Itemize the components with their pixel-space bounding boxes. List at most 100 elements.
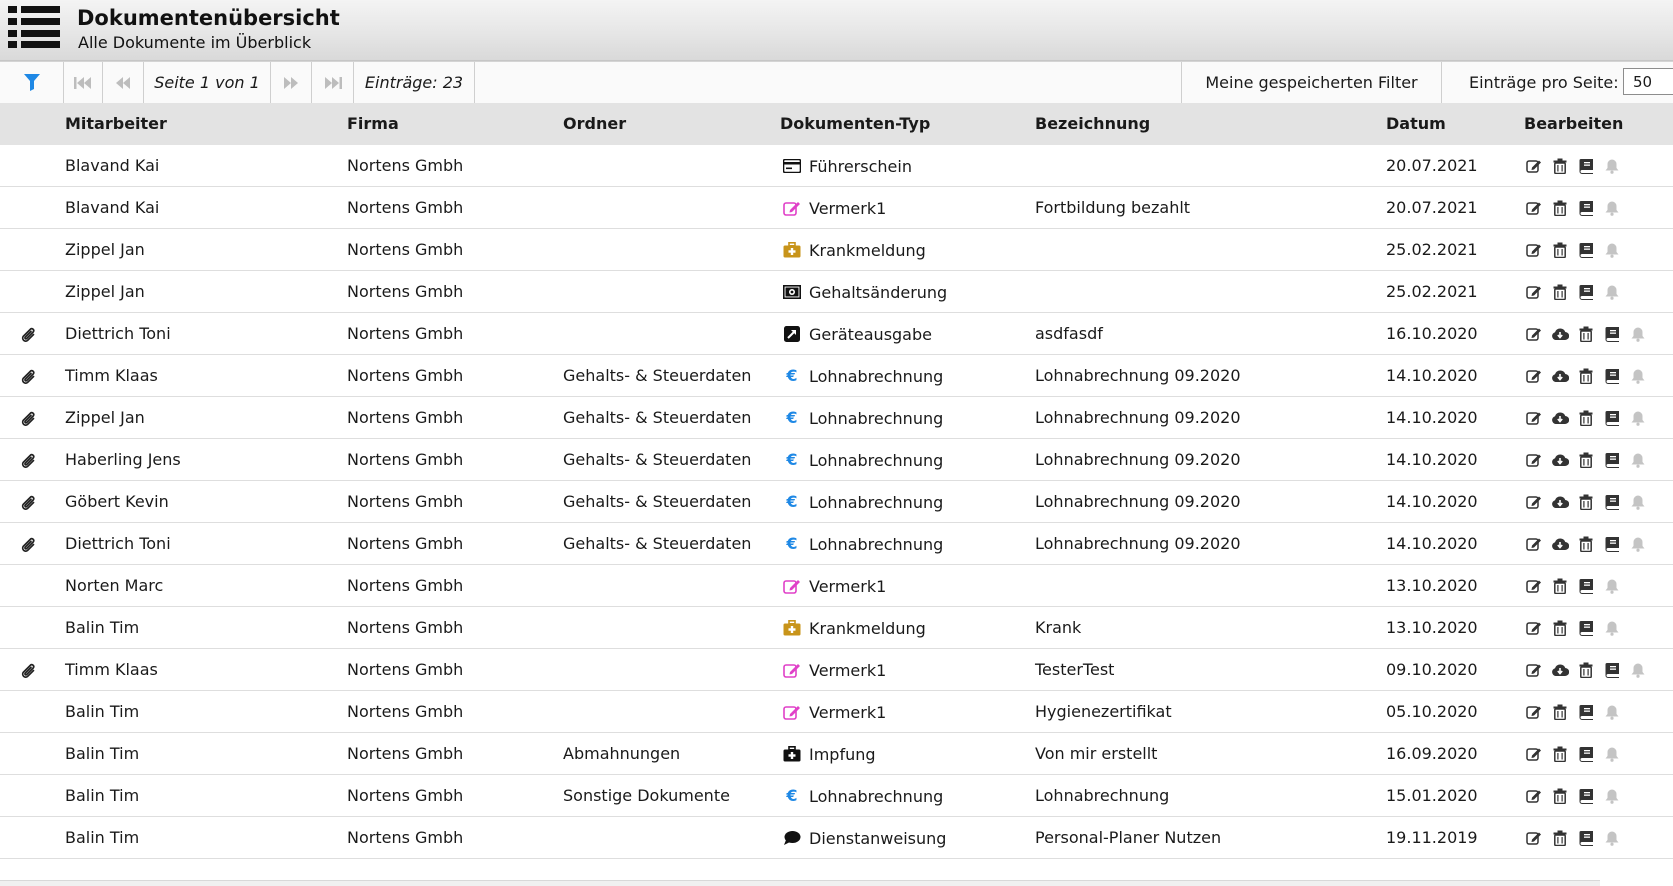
edit-icon[interactable] [1525, 325, 1543, 343]
table-row[interactable]: Balin Tim Nortens Gmbh Abmahnungen Impfung… [0, 733, 1673, 775]
next-page-button[interactable] [271, 62, 312, 103]
trash-icon[interactable] [1577, 451, 1595, 469]
bell-icon[interactable] [1603, 577, 1621, 595]
bell-icon[interactable] [1603, 199, 1621, 217]
table-row[interactable]: Zippel Jan Nortens Gmbh Gehalts- & Steuerd… [0, 397, 1673, 439]
table-row[interactable]: Balin Tim Nortens Gmbh Dienstanweisung Pe… [0, 817, 1673, 859]
column-header-employee[interactable]: Mitarbeiter [65, 114, 167, 133]
table-row[interactable]: Blavand Kai Nortens Gmbh Vermerk1 Fortbil… [0, 187, 1673, 229]
book-icon[interactable] [1577, 157, 1595, 175]
column-header-description[interactable]: Bezeichnung [1035, 114, 1150, 133]
edit-icon[interactable] [1525, 619, 1543, 637]
column-header-doc-type[interactable]: Dokumenten-Typ [780, 114, 930, 133]
trash-icon[interactable] [1577, 325, 1595, 343]
last-page-button[interactable] [312, 62, 354, 103]
book-icon[interactable] [1603, 661, 1621, 679]
edit-icon[interactable] [1525, 199, 1543, 217]
bell-icon[interactable] [1603, 829, 1621, 847]
trash-icon[interactable] [1551, 829, 1569, 847]
book-icon[interactable] [1603, 451, 1621, 469]
trash-icon[interactable] [1577, 409, 1595, 427]
menu-list-icon[interactable] [8, 6, 60, 48]
book-icon[interactable] [1603, 493, 1621, 511]
bell-icon[interactable] [1629, 535, 1647, 553]
table-row[interactable]: Balin Tim Nortens Gmbh Vermerk1 Hygieneze… [0, 691, 1673, 733]
saved-filters-button[interactable]: Meine gespeicherten Filter [1181, 62, 1442, 103]
previous-page-button[interactable] [103, 62, 144, 103]
cloud-download-icon[interactable] [1551, 409, 1569, 427]
trash-icon[interactable] [1551, 283, 1569, 301]
trash-icon[interactable] [1577, 367, 1595, 385]
first-page-button[interactable] [64, 62, 103, 103]
bell-icon[interactable] [1603, 241, 1621, 259]
cloud-download-icon[interactable] [1551, 535, 1569, 553]
edit-icon[interactable] [1525, 829, 1543, 847]
table-row[interactable]: Norten Marc Nortens Gmbh Vermerk1 13.10.2… [0, 565, 1673, 607]
edit-icon[interactable] [1525, 661, 1543, 679]
column-header-company[interactable]: Firma [347, 114, 399, 133]
table-row[interactable]: Diettrich Toni Nortens Gmbh Gehalts- & Ste… [0, 523, 1673, 565]
trash-icon[interactable] [1551, 241, 1569, 259]
trash-icon[interactable] [1551, 157, 1569, 175]
book-icon[interactable] [1577, 577, 1595, 595]
edit-icon[interactable] [1525, 745, 1543, 763]
trash-icon[interactable] [1551, 199, 1569, 217]
book-icon[interactable] [1577, 745, 1595, 763]
bell-icon[interactable] [1629, 661, 1647, 679]
bell-icon[interactable] [1629, 325, 1647, 343]
column-header-date[interactable]: Datum [1386, 114, 1446, 133]
book-icon[interactable] [1603, 367, 1621, 385]
column-header-folder[interactable]: Ordner [563, 114, 626, 133]
bell-icon[interactable] [1629, 409, 1647, 427]
bell-icon[interactable] [1603, 283, 1621, 301]
book-icon[interactable] [1577, 241, 1595, 259]
edit-icon[interactable] [1525, 367, 1543, 385]
trash-icon[interactable] [1551, 745, 1569, 763]
book-icon[interactable] [1577, 829, 1595, 847]
book-icon[interactable] [1577, 787, 1595, 805]
book-icon[interactable] [1577, 703, 1595, 721]
edit-icon[interactable] [1525, 409, 1543, 427]
table-row[interactable]: Göbert Kevin Nortens Gmbh Gehalts- & Steue… [0, 481, 1673, 523]
cloud-download-icon[interactable] [1551, 451, 1569, 469]
trash-icon[interactable] [1551, 577, 1569, 595]
cloud-download-icon[interactable] [1551, 493, 1569, 511]
bell-icon[interactable] [1629, 367, 1647, 385]
bell-icon[interactable] [1603, 703, 1621, 721]
book-icon[interactable] [1577, 199, 1595, 217]
edit-icon[interactable] [1525, 703, 1543, 721]
table-row[interactable]: Zippel Jan Nortens Gmbh Krankmeldung 25.0… [0, 229, 1673, 271]
bell-icon[interactable] [1603, 157, 1621, 175]
book-icon[interactable] [1603, 325, 1621, 343]
table-row[interactable]: Diettrich Toni Nortens Gmbh Geräteausgabe… [0, 313, 1673, 355]
bell-icon[interactable] [1629, 451, 1647, 469]
book-icon[interactable] [1577, 283, 1595, 301]
table-row[interactable]: Haberling Jens Nortens Gmbh Gehalts- & Ste… [0, 439, 1673, 481]
edit-icon[interactable] [1525, 241, 1543, 259]
cloud-download-icon[interactable] [1551, 367, 1569, 385]
cloud-download-icon[interactable] [1551, 325, 1569, 343]
bell-icon[interactable] [1603, 745, 1621, 763]
book-icon[interactable] [1577, 619, 1595, 637]
table-row[interactable]: Balin Tim Nortens Gmbh Krankmeldung Krank… [0, 607, 1673, 649]
table-row[interactable]: Blavand Kai Nortens Gmbh Führerschein 20.… [0, 145, 1673, 187]
table-row[interactable]: Zippel Jan Nortens Gmbh Gehaltsänderung 2… [0, 271, 1673, 313]
edit-icon[interactable] [1525, 787, 1543, 805]
trash-icon[interactable] [1551, 787, 1569, 805]
edit-icon[interactable] [1525, 451, 1543, 469]
trash-icon[interactable] [1551, 619, 1569, 637]
trash-icon[interactable] [1577, 493, 1595, 511]
edit-icon[interactable] [1525, 283, 1543, 301]
table-row[interactable]: Timm Klaas Nortens Gmbh Vermerk1 TesterTe… [0, 649, 1673, 691]
trash-icon[interactable] [1577, 535, 1595, 553]
per-page-input[interactable] [1623, 68, 1673, 95]
book-icon[interactable] [1603, 535, 1621, 553]
edit-icon[interactable] [1525, 157, 1543, 175]
bell-icon[interactable] [1629, 493, 1647, 511]
bell-icon[interactable] [1603, 619, 1621, 637]
edit-icon[interactable] [1525, 493, 1543, 511]
table-row[interactable]: Timm Klaas Nortens Gmbh Gehalts- & Steuerd… [0, 355, 1673, 397]
filter-button[interactable] [0, 62, 64, 103]
edit-icon[interactable] [1525, 535, 1543, 553]
edit-icon[interactable] [1525, 577, 1543, 595]
